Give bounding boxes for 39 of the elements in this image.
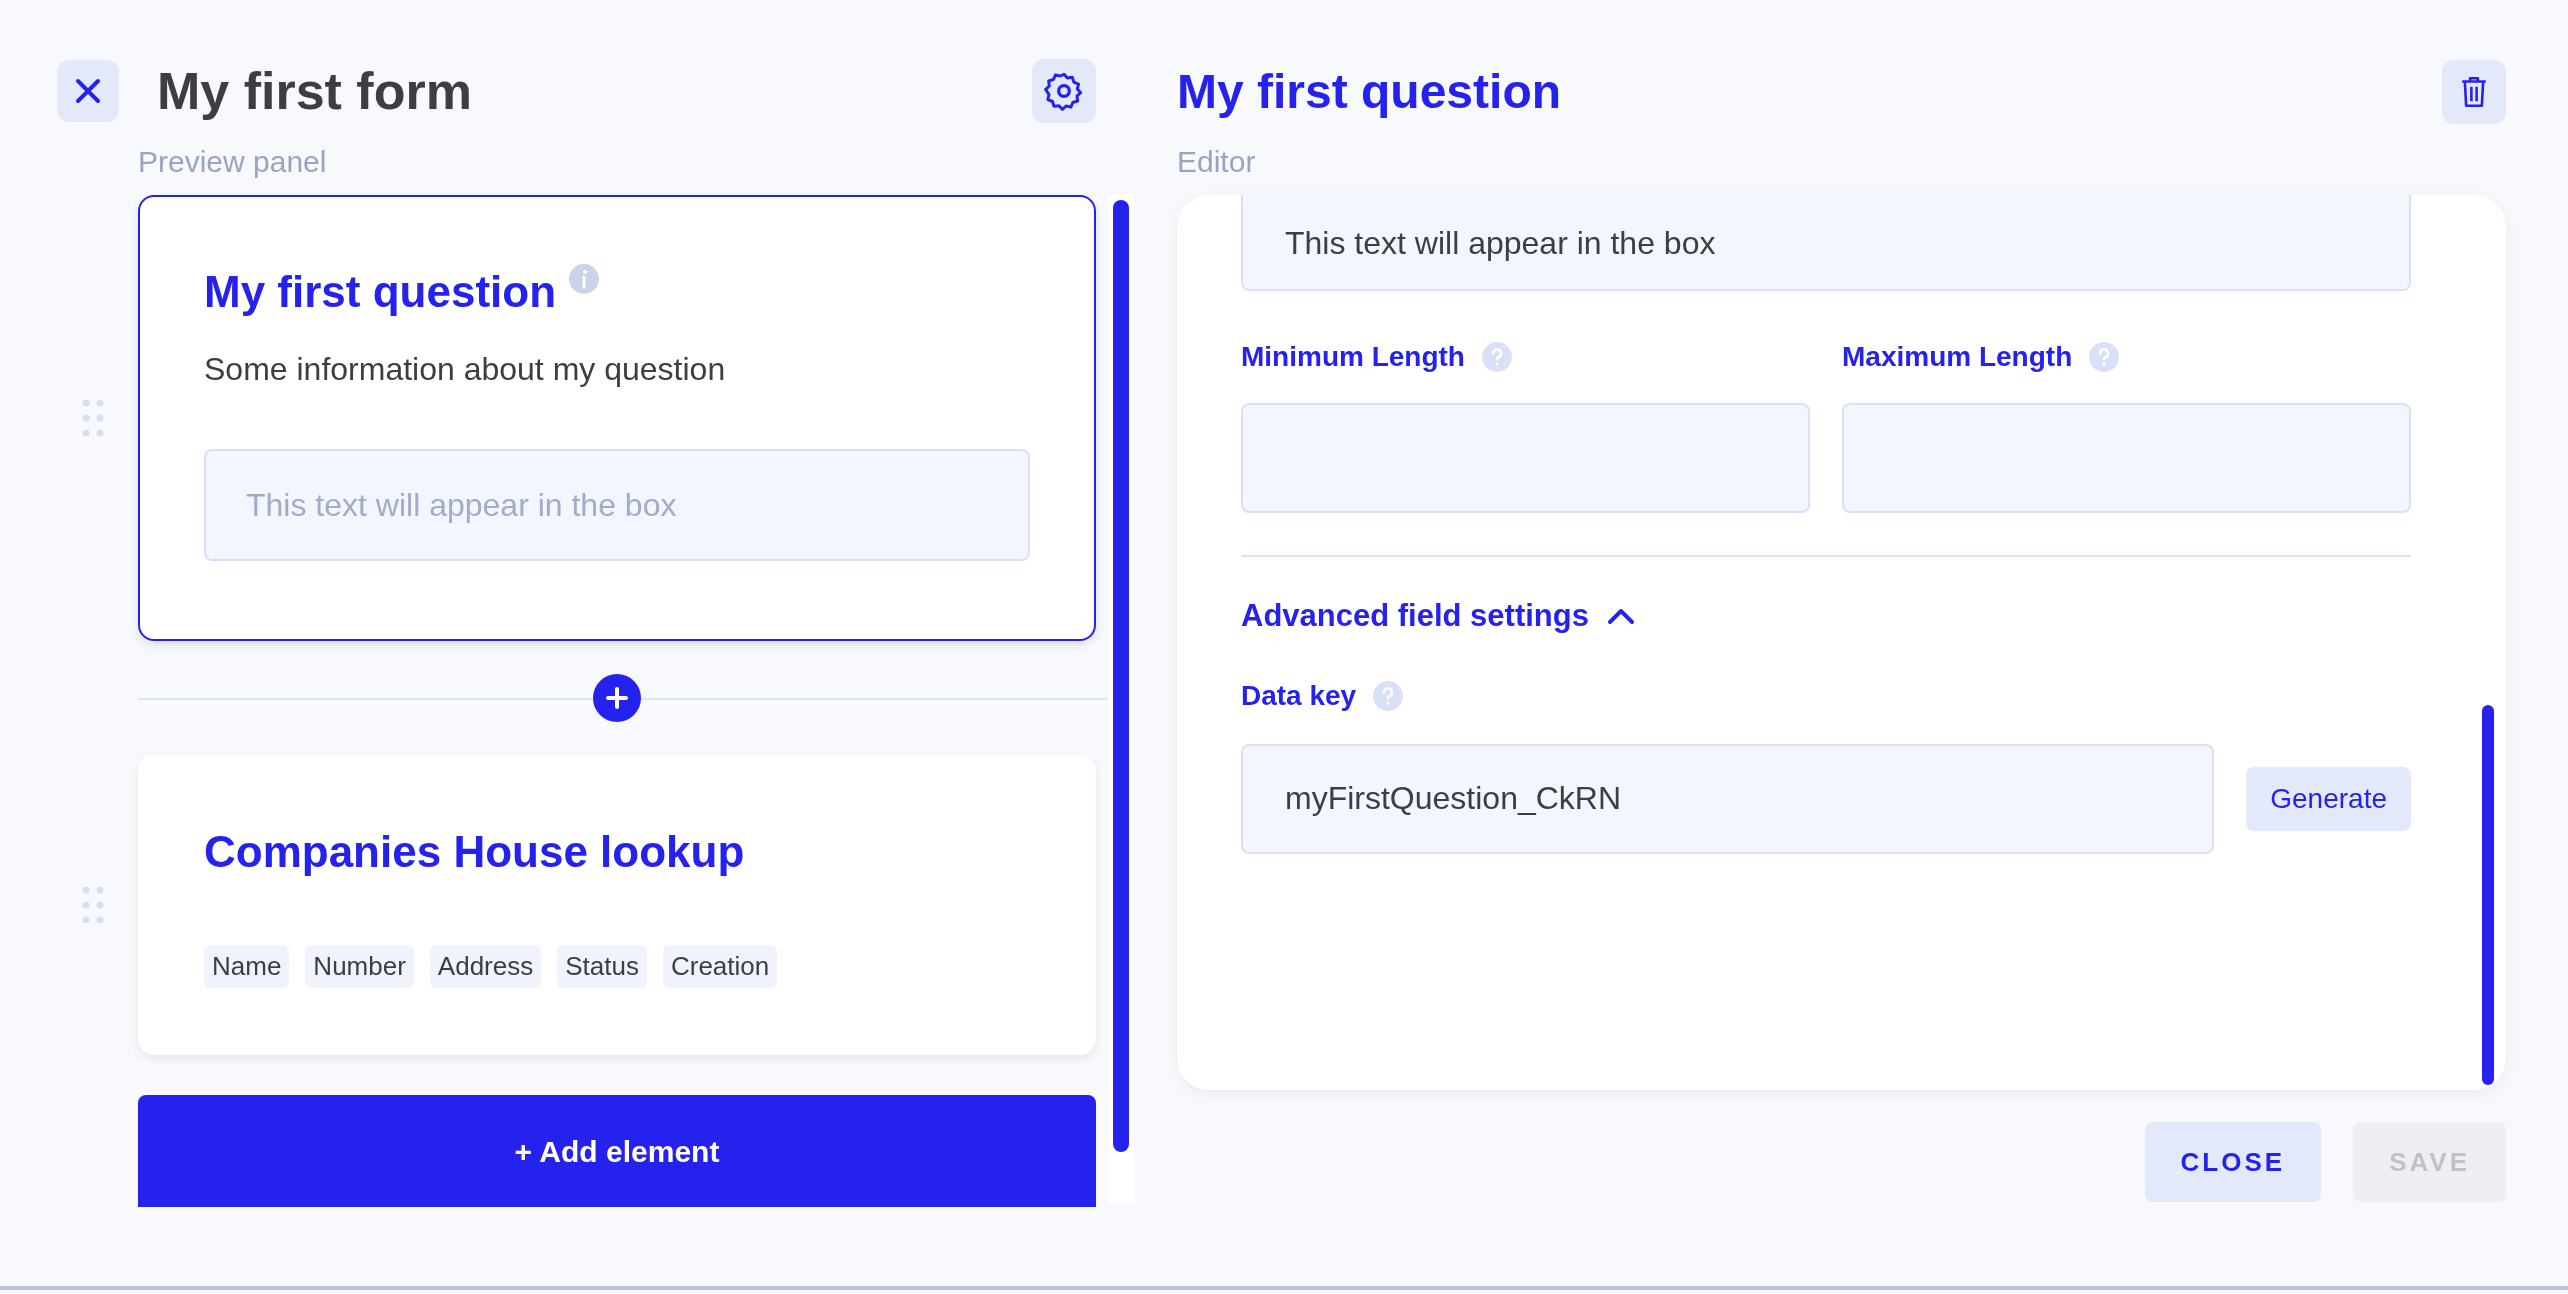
settings-button[interactable] <box>1032 59 1096 123</box>
text-field[interactable]: This text will appear in the box <box>1241 195 2411 291</box>
help-icon[interactable] <box>1481 341 1513 373</box>
close-button[interactable]: CLOSE <box>2144 1122 2322 1202</box>
field-label: Maximum Length <box>1842 340 2073 374</box>
question-description: Some information about my question <box>204 350 727 389</box>
panel-label: Editor <box>1177 144 1257 180</box>
drag-handle-icon[interactable] <box>82 400 104 436</box>
panel-label: Preview panel <box>138 144 328 180</box>
generate-button[interactable]: Generate <box>2246 766 2411 831</box>
text-input-field[interactable]: This text will appear in the box <box>204 449 1030 561</box>
form-title: My first form <box>157 61 472 122</box>
data-key-field[interactable]: myFirstQuestion_CkRN <box>1241 743 2215 854</box>
field-tag: Address <box>429 945 542 988</box>
field-tag: Status <box>557 945 647 988</box>
scrollbar-thumb[interactable] <box>2482 705 2494 1085</box>
question-title: My first question <box>204 266 557 318</box>
field-label: Data key <box>1241 678 1357 713</box>
number-input-field[interactable] <box>1842 403 2411 513</box>
plus-icon <box>606 687 628 709</box>
close-button[interactable] <box>57 60 119 122</box>
field-tag: Creation <box>662 945 778 988</box>
number-input-field[interactable] <box>1241 403 1810 513</box>
editor-title: My first question <box>1177 64 1562 120</box>
close-icon <box>74 77 102 105</box>
field-tag: Number <box>305 945 414 988</box>
delete-button[interactable] <box>2442 60 2506 124</box>
scrollbar-thumb[interactable] <box>1113 200 1129 1152</box>
field-label: Minimum Length <box>1241 340 1465 374</box>
help-icon[interactable] <box>2088 341 2121 373</box>
drag-handle-icon[interactable] <box>82 887 104 923</box>
settings-icon <box>1044 71 1084 111</box>
lookup-title: Companies House lookup <box>204 826 746 878</box>
add-between-button[interactable] <box>593 674 641 722</box>
help-icon[interactable] <box>1372 679 1405 712</box>
advanced-settings-toggle[interactable]: Advanced field settings <box>1241 593 1635 640</box>
info-icon[interactable] <box>568 263 601 295</box>
field-tag: Name <box>204 945 290 988</box>
add-element-button[interactable]: + Add element <box>138 1095 1096 1207</box>
